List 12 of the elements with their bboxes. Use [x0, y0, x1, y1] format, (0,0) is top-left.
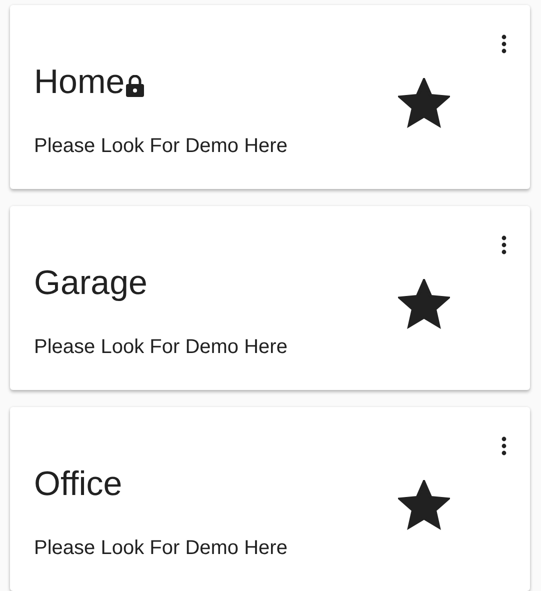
card-subtitle: Please Look For Demo Here	[34, 536, 288, 560]
star-icon[interactable]	[398, 78, 450, 128]
card-subtitle: Please Look For Demo Here	[34, 134, 288, 158]
more-options-icon[interactable]	[500, 235, 508, 255]
card-title: Home	[34, 62, 125, 102]
card-title: Office	[34, 464, 122, 504]
card-title: Garage	[34, 262, 148, 304]
card-subtitle: Please Look For Demo Here	[34, 336, 288, 360]
star-icon[interactable]	[398, 480, 450, 530]
star-icon[interactable]	[398, 279, 450, 329]
more-options-icon[interactable]	[500, 34, 508, 54]
more-options-icon[interactable]	[500, 436, 508, 456]
